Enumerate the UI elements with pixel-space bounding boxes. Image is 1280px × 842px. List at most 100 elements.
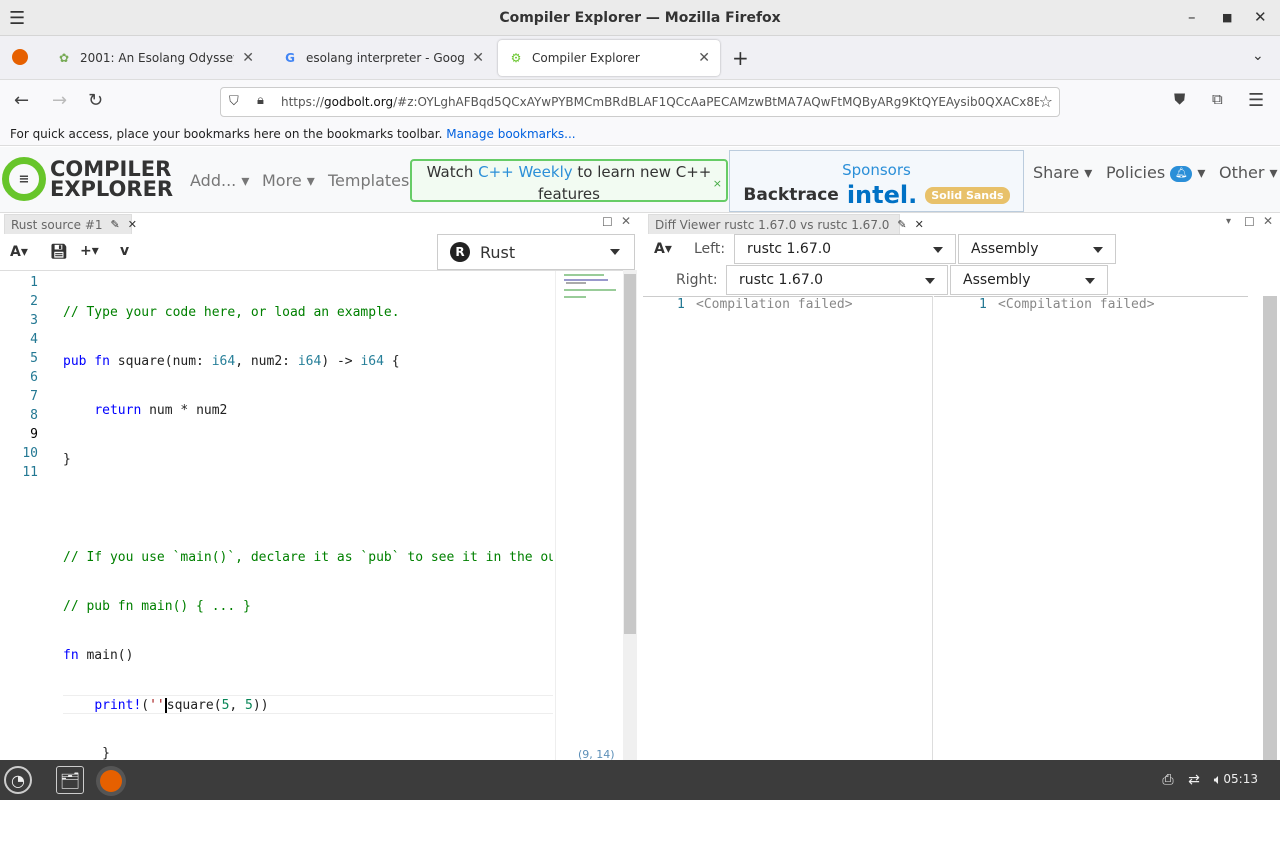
rust-logo-icon: R bbox=[450, 242, 470, 262]
maximize-pane-icon[interactable]: ☐ bbox=[1244, 215, 1255, 229]
code-line: return num * num2 bbox=[94, 403, 228, 418]
edit-title-icon[interactable]: ✎ bbox=[111, 218, 120, 231]
window-title: Compiler Explorer — Mozilla Firefox bbox=[499, 10, 781, 26]
policies-menu[interactable]: Policies 🔔︎ ▾ bbox=[1106, 163, 1205, 182]
minimize-icon[interactable]: – bbox=[1188, 8, 1196, 26]
share-menu[interactable]: Share ▾ bbox=[1033, 163, 1092, 182]
right-compiler-select[interactable]: rustc 1.67.0 bbox=[726, 265, 948, 295]
code-line: } bbox=[63, 452, 71, 467]
save-icon[interactable]: 💾︎ bbox=[50, 244, 68, 260]
code-line: fn main() bbox=[63, 648, 134, 663]
app-menu-icon[interactable]: ☰ bbox=[1248, 90, 1264, 111]
shield-icon[interactable]: ⛉ bbox=[229, 94, 239, 109]
pocket-icon[interactable]: ⛊ bbox=[1174, 90, 1185, 108]
url-bar[interactable]: ⛉ 🔒︎ https://godbolt.org/#z:OYLghAFBqd5Q… bbox=[220, 87, 1060, 117]
scrollbar-thumb[interactable] bbox=[624, 274, 636, 634]
cpp-weekly-banner: Watch C++ Weekly to learn new C++ featur… bbox=[410, 159, 728, 203]
minimap[interactable] bbox=[555, 271, 623, 761]
maximize-pane-icon[interactable]: ☐ bbox=[602, 215, 613, 229]
right-output-type-select[interactable]: Assembly bbox=[950, 265, 1108, 295]
language-select[interactable]: R Rust bbox=[437, 234, 635, 270]
forward-icon[interactable]: → bbox=[52, 90, 67, 111]
solid-sands-logo[interactable]: Solid Sands bbox=[925, 186, 1010, 204]
add-menu[interactable]: Add... ▾ bbox=[190, 171, 249, 190]
close-tab-icon[interactable]: ✕ bbox=[698, 50, 710, 66]
close-tab-icon[interactable]: ✕ bbox=[472, 50, 484, 66]
ce-header: ≡ COMPILER EXPLORER Add... ▾ More ▾ Temp… bbox=[0, 147, 1280, 213]
close-pane-icon[interactable]: ✕ bbox=[621, 214, 631, 228]
vim-icon[interactable]: ⅴ bbox=[120, 243, 129, 259]
close-pane-icon[interactable]: ✕ bbox=[1263, 214, 1273, 228]
lock-icon[interactable]: 🔒︎ bbox=[257, 93, 264, 108]
more-menu[interactable]: More ▾ bbox=[262, 171, 315, 190]
left-compiler-select[interactable]: rustc 1.67.0 bbox=[734, 234, 956, 264]
ce-logo[interactable]: ≡ COMPILER EXPLORER bbox=[2, 157, 173, 201]
chevron-down-icon bbox=[1085, 278, 1095, 284]
printer-icon[interactable]: ⎙ bbox=[1154, 766, 1182, 794]
diff-right-view[interactable]: 1 <Compilation failed> bbox=[934, 296, 1248, 760]
manage-bookmarks-link[interactable]: Manage bookmarks... bbox=[446, 127, 575, 141]
bookmark-star-icon[interactable]: ☆ bbox=[1038, 92, 1053, 111]
url-path: /#z:OYLghAFBqd5QCxAYwPYBMCmBRdBLAF1QCcAa… bbox=[393, 95, 1052, 109]
edit-title-icon[interactable]: ✎ bbox=[897, 218, 906, 231]
clock: 05:13 bbox=[1223, 772, 1258, 786]
maximize-icon[interactable]: ■ bbox=[1222, 11, 1232, 24]
intel-logo[interactable]: intel. bbox=[847, 181, 917, 209]
font-size-icon[interactable]: A▾ bbox=[10, 244, 28, 260]
close-pane-icon[interactable]: ✕ bbox=[915, 218, 924, 231]
chevron-down-icon bbox=[1093, 247, 1103, 253]
ce-gear-icon: ≡ bbox=[2, 157, 46, 201]
editor-scrollbar[interactable] bbox=[623, 270, 637, 760]
reload-icon[interactable]: ↻ bbox=[88, 90, 103, 111]
tab-compiler-explorer[interactable]: ⚙ Compiler Explorer ✕ bbox=[498, 40, 720, 76]
other-menu[interactable]: Other ▾ bbox=[1219, 163, 1278, 182]
add-new-icon[interactable]: +▾ bbox=[80, 243, 99, 259]
font-size-icon[interactable]: A▾ bbox=[654, 241, 672, 257]
url-prefix: https:// bbox=[281, 95, 325, 109]
code-text[interactable]: // Type your code here, or load an examp… bbox=[63, 273, 553, 842]
diff-scrollbar[interactable] bbox=[1263, 296, 1277, 760]
url-domain: godbolt.org bbox=[324, 95, 394, 109]
window-titlebar: ☰ Compiler Explorer — Mozilla Firefox – … bbox=[0, 0, 1280, 36]
bookmarks-toolbar: For quick access, place your bookmarks h… bbox=[0, 122, 1280, 146]
code-line: pub fn square(num: i64, num2: i64) -> i6… bbox=[63, 354, 400, 369]
backtrace-logo[interactable]: Backtrace bbox=[743, 185, 838, 205]
chevron-down-icon bbox=[610, 249, 620, 255]
left-output-type-select[interactable]: Assembly bbox=[958, 234, 1116, 264]
diff-left-view[interactable]: 1 <Compilation failed> bbox=[643, 296, 933, 760]
tab-rust-source[interactable]: Rust source #1 ✎ ✕ bbox=[4, 214, 137, 234]
compiler-explorer-favicon-icon: ⚙ bbox=[510, 51, 522, 65]
code-line-current: print!('' square(5, 5)) bbox=[63, 695, 553, 714]
firefox-icon[interactable] bbox=[96, 766, 126, 796]
chevron-down-icon bbox=[933, 247, 943, 253]
code-line: // If you use `main()`, declare it as `p… bbox=[63, 550, 553, 565]
back-icon[interactable]: ← bbox=[14, 90, 29, 111]
banner-close-icon[interactable]: × bbox=[713, 173, 722, 195]
code-line: // Type your code here, or load an examp… bbox=[63, 305, 400, 320]
navigation-bar: ← → ↻ ⛉ 🔒︎ https://godbolt.org/#z:OYLghA… bbox=[0, 80, 1280, 122]
cpp-weekly-link[interactable]: C++ Weekly bbox=[478, 163, 573, 181]
sponsors-box: Sponsors Backtrace intel. Solid Sands bbox=[729, 150, 1024, 212]
new-tab-icon[interactable]: + bbox=[732, 46, 749, 70]
bell-icon: 🔔︎ bbox=[1170, 165, 1193, 182]
esolang-favicon-icon: ✿ bbox=[58, 51, 70, 65]
list-tabs-chevron-icon[interactable]: ⌄ bbox=[1252, 48, 1264, 64]
templates-button[interactable]: Templates bbox=[328, 171, 409, 190]
extensions-icon[interactable]: ⧉ bbox=[1212, 90, 1223, 108]
close-window-icon[interactable]: ✕ bbox=[1254, 8, 1267, 26]
tab-diff-viewer[interactable]: Diff Viewer rustc 1.67.0 vs rustc 1.67.0… bbox=[648, 214, 924, 234]
google-favicon-icon: G bbox=[285, 51, 295, 65]
code-editor[interactable]: 1 2 3 4 5 6 7 8 9 10 11 // Type your cod… bbox=[0, 270, 623, 761]
pane-menu-chevron-icon[interactable]: ▾ bbox=[1226, 216, 1231, 227]
code-line: // pub fn main() { ... } bbox=[63, 599, 251, 614]
firefox-view-icon[interactable] bbox=[12, 49, 28, 65]
file-manager-icon[interactable]: 🗂︎ bbox=[56, 766, 84, 794]
close-pane-icon[interactable]: ✕ bbox=[128, 218, 137, 231]
chevron-down-icon bbox=[925, 278, 935, 284]
close-tab-icon[interactable]: ✕ bbox=[242, 50, 254, 66]
start-menu-icon[interactable]: ◔ bbox=[4, 766, 32, 794]
tab-google-search[interactable]: G esolang interpreter - Google Sea ✕ bbox=[272, 40, 494, 76]
line-number-gutter: 1 2 3 4 5 6 7 8 9 10 11 bbox=[22, 275, 38, 480]
tab-esolang-odyssey[interactable]: ✿ 2001: An Esolang Odyssey - Eso ✕ bbox=[46, 40, 264, 76]
